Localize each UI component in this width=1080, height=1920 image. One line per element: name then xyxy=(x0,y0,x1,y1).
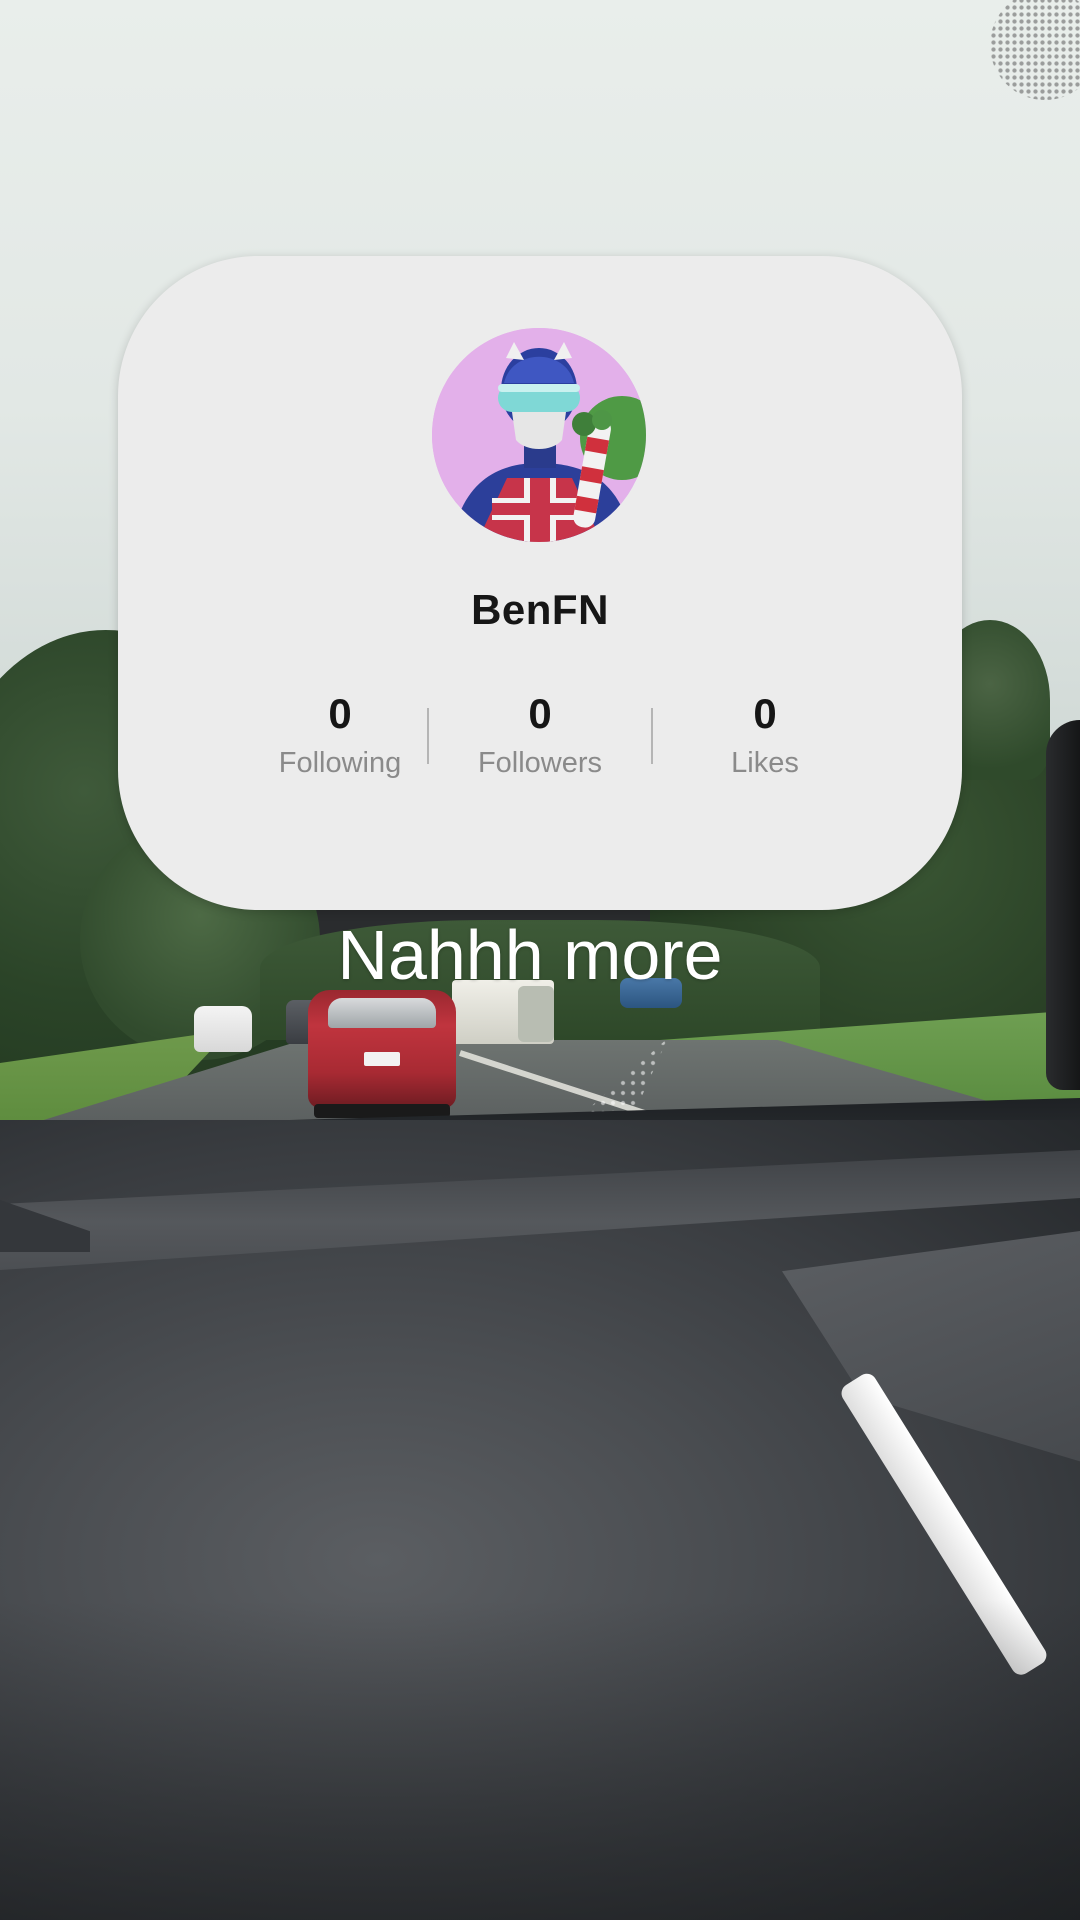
profile-stats: 0 Following 0 Followers 0 Likes xyxy=(118,690,962,790)
stat-likes[interactable]: 0 Likes xyxy=(655,690,875,780)
stat-following[interactable]: 0 Following xyxy=(230,690,450,780)
stat-divider xyxy=(651,708,653,764)
avatar[interactable] xyxy=(432,328,646,542)
red-car-tyres xyxy=(314,1104,450,1118)
bottom-vignette xyxy=(0,1600,1080,1920)
following-label: Following xyxy=(278,747,402,779)
red-car xyxy=(308,990,456,1118)
likes-label: Likes xyxy=(731,747,799,779)
followers-label: Followers xyxy=(477,747,603,779)
a-pillar xyxy=(1046,720,1080,1090)
likes-count: 0 xyxy=(753,690,777,737)
stat-followers[interactable]: 0 Followers xyxy=(430,690,650,780)
following-count: 0 xyxy=(328,690,352,737)
username: BenFN xyxy=(471,586,609,633)
avatar-character-icon xyxy=(432,328,646,542)
white-car xyxy=(194,1006,252,1052)
red-car-plate xyxy=(364,1052,400,1066)
video-caption: Nahhh more xyxy=(337,916,723,994)
followers-count: 0 xyxy=(528,690,552,737)
red-car-window xyxy=(328,998,436,1028)
stat-divider xyxy=(427,708,429,764)
video-frame: BenFN 0 Following 0 Followers 0 Likes Na… xyxy=(0,0,1080,1920)
profile-card[interactable]: BenFN 0 Following 0 Followers 0 Likes xyxy=(118,256,962,910)
